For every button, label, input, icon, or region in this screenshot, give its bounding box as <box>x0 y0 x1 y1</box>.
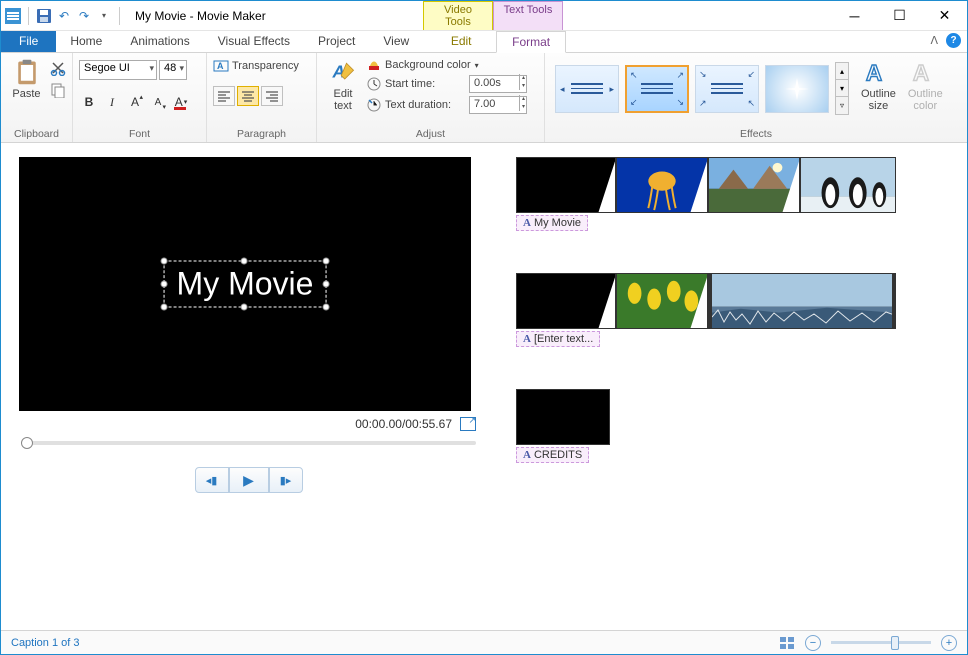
status-caption-count: Caption 1 of 3 <box>11 637 80 649</box>
effects-group-label: Effects <box>551 127 961 141</box>
qat-dropdown-icon[interactable]: ▾ <box>96 8 112 24</box>
svg-text:A: A <box>913 61 929 86</box>
grow-font-button[interactable]: A▴ <box>125 92 145 112</box>
outline-color-button: A Outline color <box>904 56 947 114</box>
italic-button[interactable]: I <box>102 92 122 112</box>
thumbnails-view-icon[interactable] <box>779 636 795 650</box>
start-time-label: Start time: <box>385 78 465 90</box>
start-time-input[interactable]: 0.00s <box>469 75 527 93</box>
text-duration-label: Text duration: <box>385 99 465 111</box>
edit-tab[interactable]: Edit <box>426 31 496 52</box>
gallery-scroll[interactable]: ▴▾▿ <box>835 62 849 115</box>
copy-icon[interactable] <box>50 82 66 98</box>
clip-title[interactable] <box>516 157 616 213</box>
clipboard-group-label: Clipboard <box>7 127 66 141</box>
app-icon <box>5 8 21 24</box>
paragraph-group-label: Paragraph <box>213 127 310 141</box>
align-right-button[interactable] <box>261 86 283 106</box>
clip-tulips[interactable] <box>616 273 708 329</box>
cut-icon[interactable] <box>50 60 66 76</box>
svg-text:A: A <box>866 61 882 86</box>
bold-button[interactable]: B <box>79 92 99 112</box>
effect-item-4[interactable] <box>765 65 829 113</box>
timeline[interactable]: AMy Movie A[Enter text... ACREDITS <box>496 143 967 631</box>
adjust-group-label: Adjust <box>323 127 538 141</box>
caption-tag-1[interactable]: AMy Movie <box>516 215 588 231</box>
transparency-button[interactable]: A Transparency <box>213 58 299 74</box>
separator <box>28 7 29 25</box>
clip-penguins[interactable] <box>800 157 896 213</box>
outline-size-button[interactable]: A Outline size <box>857 56 900 114</box>
help-icon[interactable]: ? <box>946 33 961 48</box>
background-color-button[interactable]: Background color ▾ <box>367 58 527 72</box>
clip-black2[interactable] <box>516 273 616 329</box>
zoom-in-button[interactable]: + <box>941 635 957 651</box>
text-duration-input[interactable]: 7.00 <box>469 96 527 114</box>
caption-tag-3[interactable]: ACREDITS <box>516 447 589 463</box>
shrink-font-button[interactable]: A▾ <box>148 92 168 112</box>
clip-credits[interactable] <box>516 389 610 445</box>
align-left-button[interactable] <box>213 86 235 106</box>
paste-button[interactable]: Paste <box>7 56 46 102</box>
visual-effects-tab[interactable]: Visual Effects <box>204 31 304 52</box>
redo-icon[interactable]: ↷ <box>76 8 92 24</box>
close-button[interactable]: ✕ <box>922 1 967 30</box>
view-tab[interactable]: View <box>369 31 423 52</box>
text-tools-tab[interactable]: Text Tools <box>493 1 563 30</box>
title-text-box[interactable]: My Movie <box>164 261 327 308</box>
font-color-button[interactable]: A▾ <box>171 92 191 112</box>
clock-icon <box>367 77 381 91</box>
time-display: 00:00.00/00:55.67 <box>355 417 452 431</box>
effects-gallery[interactable]: ◂▸ ↖↗ ↙↘ ↘↙ ↗↖ ▴▾▿ <box>551 56 853 121</box>
seek-slider[interactable] <box>21 441 476 445</box>
home-tab[interactable]: Home <box>56 31 116 52</box>
project-tab[interactable]: Project <box>304 31 369 52</box>
font-size-select[interactable]: 48 <box>159 60 187 80</box>
clip-landscape[interactable] <box>708 157 800 213</box>
prev-frame-button[interactable]: ◂▮ <box>195 467 229 493</box>
effect-item-1[interactable]: ◂▸ <box>555 65 619 113</box>
preview-viewport[interactable]: My Movie <box>19 157 471 411</box>
edit-text-button[interactable]: A Edit text <box>323 56 363 114</box>
video-tools-tab[interactable]: Video Tools <box>423 1 493 30</box>
clip-jellyfish[interactable] <box>616 157 708 213</box>
maximize-button[interactable]: ☐ <box>877 1 922 30</box>
caption-tag-2[interactable]: A[Enter text... <box>516 331 600 347</box>
minimize-button[interactable]: ─ <box>832 1 877 30</box>
clip-video-audio[interactable] <box>708 273 896 329</box>
separator <box>119 7 120 25</box>
fullscreen-button[interactable] <box>460 417 476 431</box>
collapse-ribbon-icon[interactable]: ᐱ <box>930 34 938 47</box>
zoom-slider[interactable] <box>831 641 931 644</box>
font-group-label: Font <box>79 127 200 141</box>
animations-tab[interactable]: Animations <box>116 31 203 52</box>
play-button[interactable]: ▶ <box>229 467 269 493</box>
undo-icon[interactable]: ↶ <box>56 8 72 24</box>
window-title: My Movie - Movie Maker <box>135 9 266 23</box>
save-icon[interactable] <box>36 8 52 24</box>
svg-text:A: A <box>217 61 224 71</box>
font-name-select[interactable]: Segoe UI <box>79 60 157 80</box>
next-frame-button[interactable]: ▮▸ <box>269 467 303 493</box>
effect-item-3[interactable]: ↘↙ ↗↖ <box>695 65 759 113</box>
duration-icon <box>367 98 381 112</box>
zoom-out-button[interactable]: − <box>805 635 821 651</box>
file-tab[interactable]: File <box>1 31 56 52</box>
format-tab[interactable]: Format <box>496 31 566 53</box>
align-center-button[interactable] <box>237 86 259 106</box>
effect-item-2[interactable]: ↖↗ ↙↘ <box>625 65 689 113</box>
